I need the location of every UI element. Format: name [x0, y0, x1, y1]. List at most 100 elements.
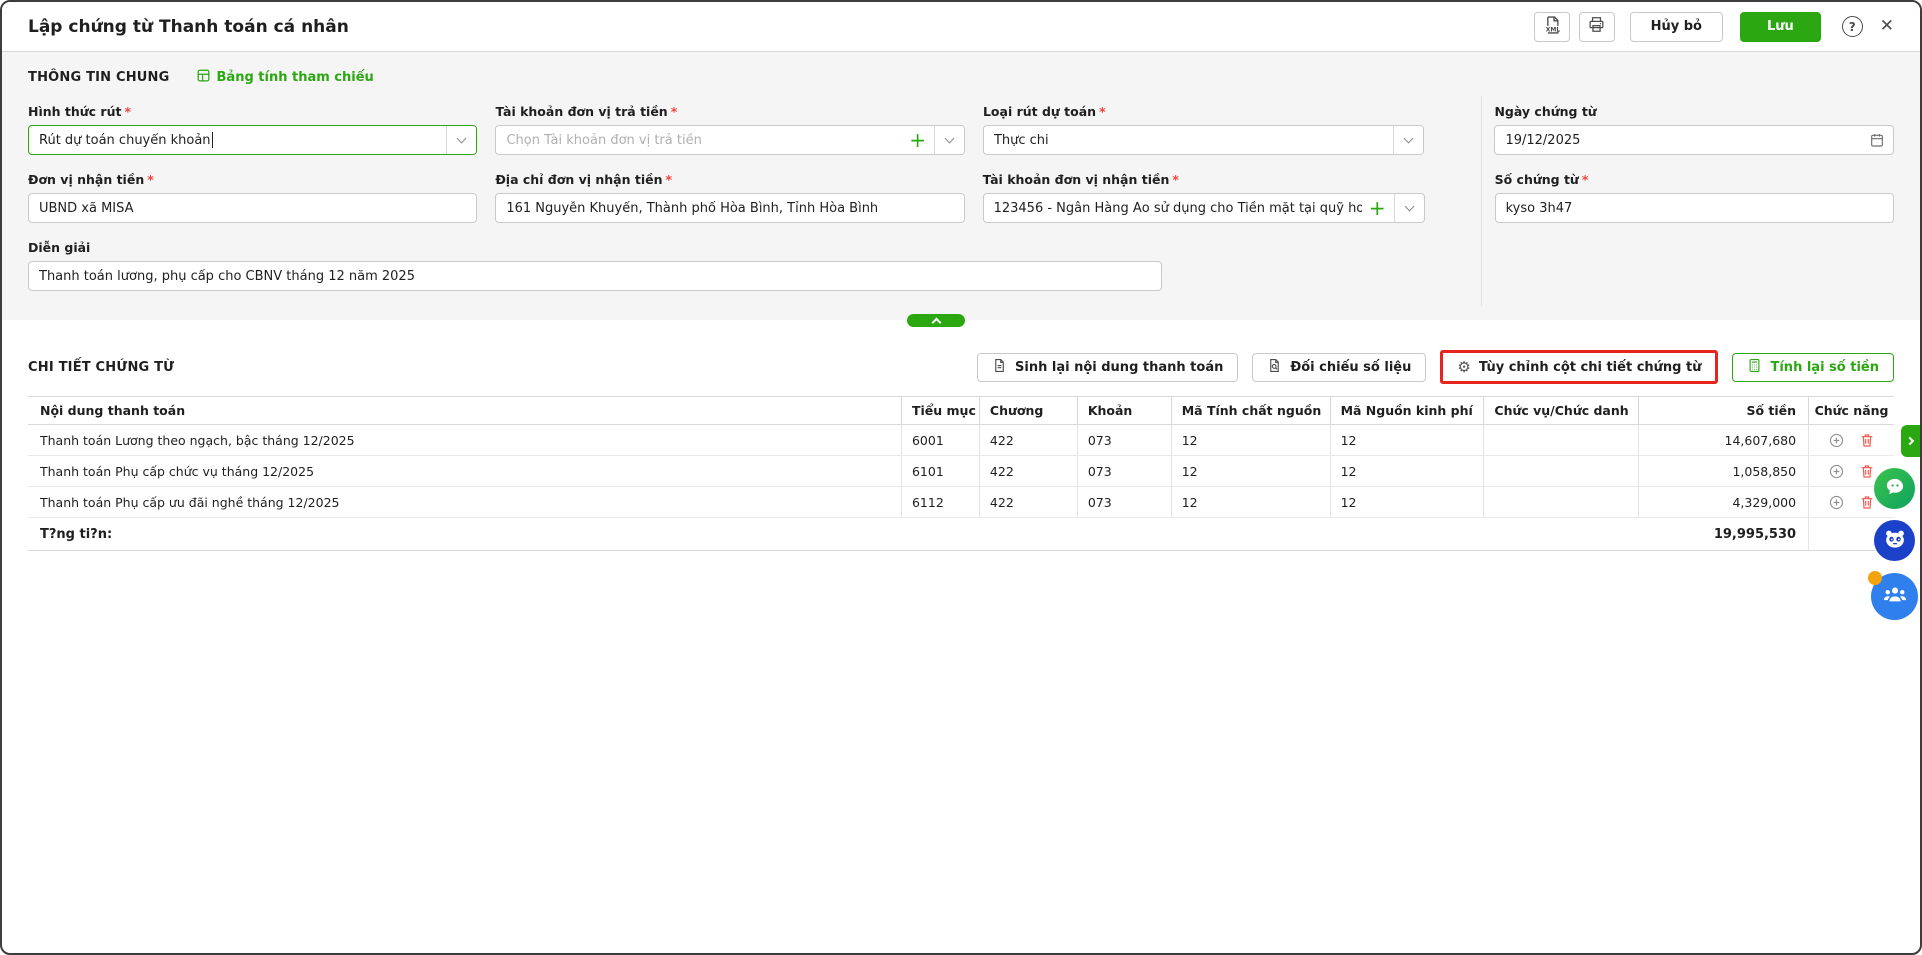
regenerate-content-button[interactable]: Sinh lại nội dung thanh toán	[977, 353, 1238, 382]
cell-chapter[interactable]: 422	[979, 425, 1077, 455]
add-row-icon[interactable]	[1828, 432, 1845, 449]
withdraw-type-label: Hình thức rút	[28, 104, 121, 119]
cell-amount[interactable]: 14,607,680	[1638, 425, 1808, 455]
document-search-icon	[1267, 358, 1282, 377]
document-icon	[992, 358, 1007, 377]
doc-number-input[interactable]: kyso 3h47	[1495, 193, 1894, 223]
calendar-icon[interactable]	[1869, 132, 1885, 148]
cell-content[interactable]: Thanh toán Phụ cấp ưu đãi nghề tháng 12/…	[28, 487, 901, 517]
reference-sheet-label: Bảng tính tham chiếu	[217, 70, 374, 85]
chevron-down-icon[interactable]	[1394, 194, 1424, 222]
save-button[interactable]: Lưu	[1740, 12, 1821, 42]
receiver-account-select[interactable]: 123456 - Ngân Hàng Ảo sử dụng cho Tiền m…	[983, 193, 1425, 223]
compare-data-button[interactable]: Đối chiếu số liệu	[1252, 353, 1426, 382]
reference-sheet-link[interactable]: Bảng tính tham chiếu	[196, 68, 374, 87]
chevron-up-icon	[931, 317, 941, 327]
required-mark: *	[1582, 172, 1589, 187]
table-header-row: Nội dung thanh toán Tiểu mục Chương Khoả…	[28, 397, 1894, 425]
cell-sub-item[interactable]: 6001	[901, 425, 979, 455]
close-icon[interactable]: ✕	[1880, 18, 1894, 35]
ai-assistant-button[interactable]	[1874, 520, 1915, 561]
receiver-account-label: Tài khoản đơn vị nhận tiền	[983, 172, 1170, 187]
collapse-section-button[interactable]	[907, 314, 965, 327]
doc-date-label: Ngày chứng từ	[1494, 104, 1596, 119]
add-row-icon[interactable]	[1828, 463, 1845, 480]
chevron-down-icon[interactable]	[1393, 126, 1423, 154]
cell-amount[interactable]: 1,058,850	[1638, 456, 1808, 486]
field-receiver-address: Địa chỉ đơn vị nhận tiền* 161 Nguyễn Khu…	[495, 172, 964, 223]
total-amount: 19,995,530	[1638, 518, 1808, 550]
description-input[interactable]: Thanh toán lương, phụ cấp cho CBNV tháng…	[28, 261, 1162, 291]
doc-date-input[interactable]: 19/12/2025	[1494, 125, 1894, 155]
delete-row-icon[interactable]	[1859, 432, 1875, 448]
field-payer-account: Tài khoản đơn vị trả tiền* Chọn Tài khoả…	[495, 104, 964, 155]
col-header-chapter: Chương	[979, 397, 1077, 424]
delete-row-icon[interactable]	[1859, 494, 1875, 510]
cell-sub-item[interactable]: 6101	[901, 456, 979, 486]
text-caret	[212, 132, 213, 148]
chevron-down-icon[interactable]	[934, 126, 964, 154]
col-header-sub-item: Tiểu mục	[901, 397, 979, 424]
table-row: Thanh toán Phụ cấp ưu đãi nghề tháng 12/…	[28, 487, 1894, 518]
table-row: Thanh toán Phụ cấp chức vụ tháng 12/2025…	[28, 456, 1894, 487]
xml-export-icon: XML	[1542, 15, 1562, 39]
export-xml-button[interactable]: XML	[1534, 12, 1570, 42]
col-header-actions: Chức năng	[1808, 397, 1894, 424]
support-chat-button[interactable]	[1874, 468, 1915, 509]
field-receiver: Đơn vị nhận tiền* UBND xã MISA	[28, 172, 477, 223]
customize-columns-button[interactable]: ⚙ Tùy chỉnh cột chi tiết chứng từ	[1440, 350, 1718, 384]
withdraw-type-select[interactable]: Rút dự toán chuyển khoản	[28, 125, 477, 155]
receiver-label: Đơn vị nhận tiền	[28, 172, 144, 187]
table-footer-row: T?ng ti?n: 19,995,530	[28, 518, 1894, 551]
cancel-button[interactable]: Hủy bỏ	[1630, 12, 1723, 42]
detail-title: CHI TIẾT CHỨNG TỪ	[28, 360, 174, 375]
chevron-right-icon	[1905, 437, 1913, 445]
cell-source-nature[interactable]: 12	[1171, 487, 1330, 517]
cell-source-nature[interactable]: 12	[1171, 425, 1330, 455]
expand-panel-tab[interactable]	[1901, 425, 1920, 457]
print-button[interactable]	[1579, 12, 1615, 42]
col-header-source-nature: Mã Tính chất nguồn	[1171, 397, 1330, 424]
cell-sub-item[interactable]: 6112	[901, 487, 979, 517]
col-header-position: Chức vụ/Chức danh	[1483, 397, 1638, 424]
required-mark: *	[124, 104, 131, 119]
col-header-amount: Số tiền	[1638, 397, 1808, 424]
help-icon[interactable]: ?	[1842, 16, 1863, 37]
chevron-down-icon[interactable]	[446, 126, 476, 154]
receiver-input[interactable]: UBND xã MISA	[28, 193, 477, 223]
detail-actions: Sinh lại nội dung thanh toán Đối chiếu s…	[977, 350, 1894, 384]
cell-fund-source[interactable]: 12	[1330, 425, 1484, 455]
cell-position[interactable]	[1483, 456, 1638, 486]
receiver-address-input[interactable]: 161 Nguyễn Khuyến, Thành phố Hòa Bình, T…	[495, 193, 964, 223]
cell-amount[interactable]: 4,329,000	[1638, 487, 1808, 517]
add-row-icon[interactable]	[1828, 494, 1845, 511]
required-mark: *	[666, 172, 673, 187]
payer-account-select[interactable]: Chọn Tài khoản đơn vị trả tiền +	[495, 125, 964, 155]
cell-clause[interactable]: 073	[1077, 425, 1171, 455]
add-icon[interactable]: +	[909, 130, 926, 150]
cell-chapter[interactable]: 422	[979, 487, 1077, 517]
field-estimate-type: Loại rút dự toán* Thực chi	[983, 104, 1425, 155]
cell-content[interactable]: Thanh toán Phụ cấp chức vụ tháng 12/2025	[28, 456, 901, 486]
cell-chapter[interactable]: 422	[979, 456, 1077, 486]
cell-fund-source[interactable]: 12	[1330, 456, 1484, 486]
cell-position[interactable]	[1483, 487, 1638, 517]
col-header-clause: Khoản	[1077, 397, 1171, 424]
payment-voucher-window: Lập chứng từ Thanh toán cá nhân XML Hủy …	[0, 0, 1922, 955]
community-button[interactable]	[1871, 573, 1918, 620]
calculator-icon	[1747, 358, 1762, 377]
cell-clause[interactable]: 073	[1077, 456, 1171, 486]
estimate-type-select[interactable]: Thực chi	[983, 125, 1425, 155]
cell-source-nature[interactable]: 12	[1171, 456, 1330, 486]
recalculate-amount-button[interactable]: Tính lại số tiền	[1732, 353, 1894, 382]
cell-fund-source[interactable]: 12	[1330, 487, 1484, 517]
required-mark: *	[147, 172, 154, 187]
add-icon[interactable]: +	[1369, 198, 1386, 218]
cell-position[interactable]	[1483, 425, 1638, 455]
cell-content[interactable]: Thanh toán Lương theo ngạch, bậc tháng 1…	[28, 425, 901, 455]
delete-row-icon[interactable]	[1859, 463, 1875, 479]
panda-bot-icon	[1881, 525, 1909, 557]
field-description: Diễn giải Thanh toán lương, phụ cấp cho …	[28, 240, 1162, 291]
required-mark: *	[671, 104, 678, 119]
cell-clause[interactable]: 073	[1077, 487, 1171, 517]
